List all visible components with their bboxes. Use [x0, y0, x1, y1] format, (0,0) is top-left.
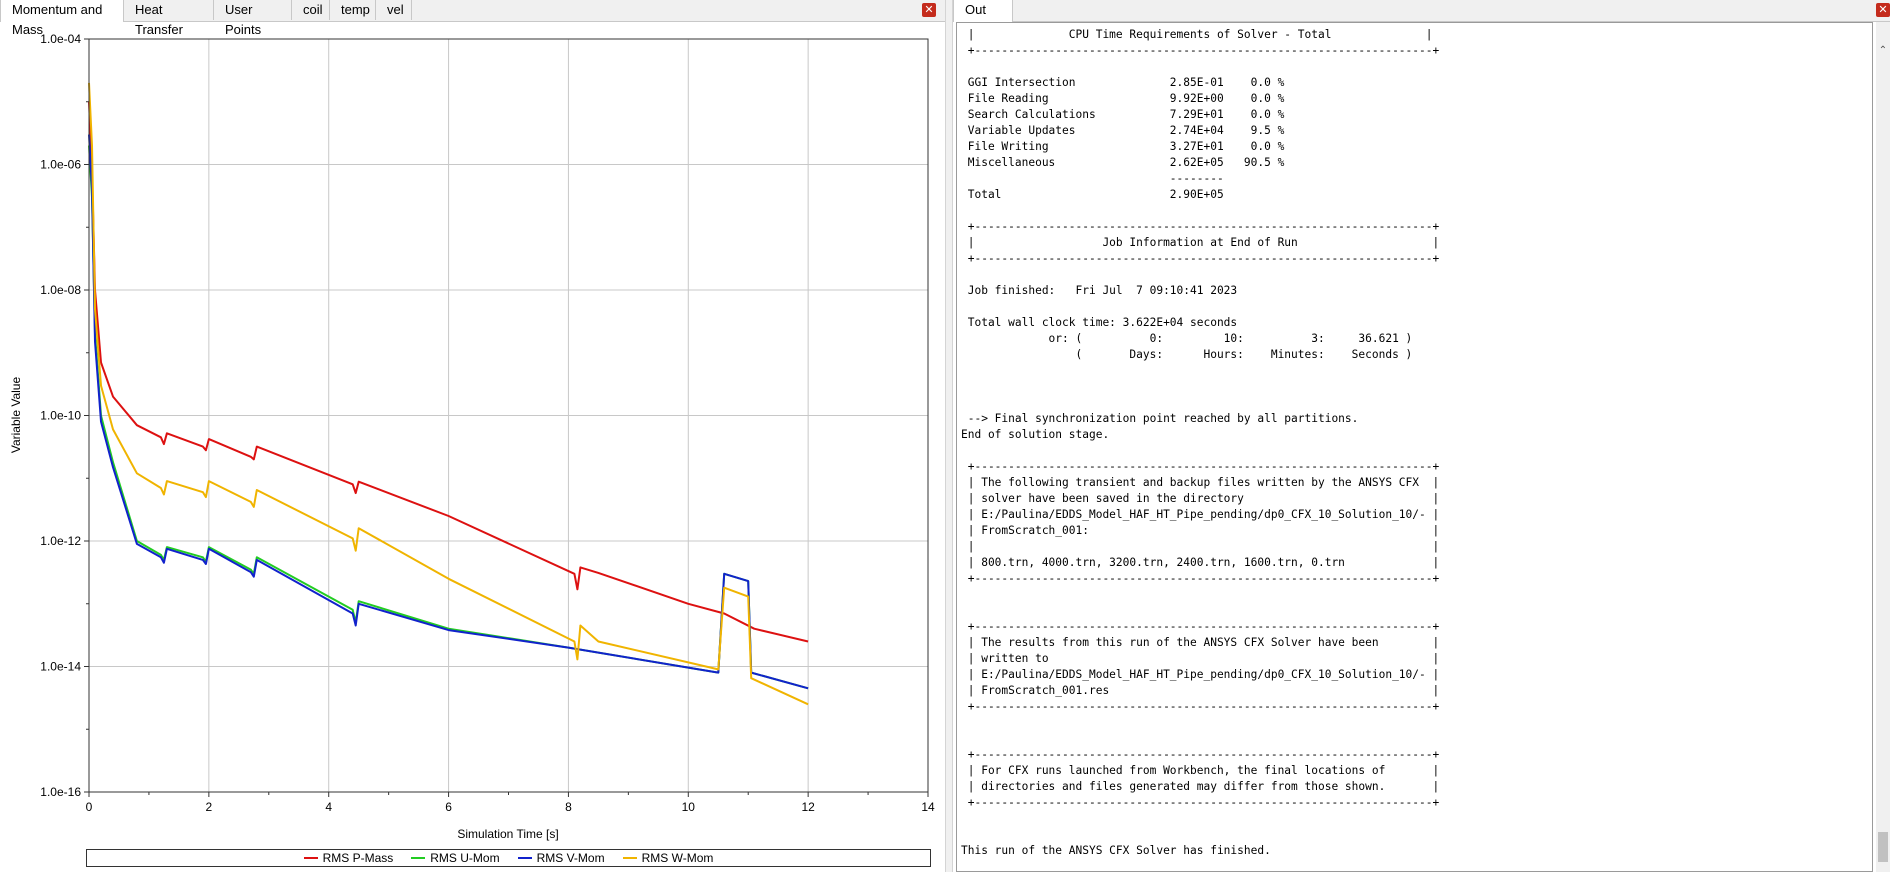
legend-swatch	[303, 857, 318, 859]
close-icon[interactable]: ✕	[1876, 3, 1890, 17]
close-icon[interactable]: ✕	[922, 3, 936, 17]
x-tick-label: 14	[921, 800, 935, 814]
scroll-thumb[interactable]	[1878, 832, 1888, 862]
legend-swatch	[622, 857, 637, 859]
legend-item-p-mass: RMS P-Mass	[303, 851, 394, 865]
legend-label: RMS P-Mass	[322, 851, 394, 865]
x-tick-label: 4	[325, 800, 332, 814]
tab-vel[interactable]: vel	[376, 0, 412, 20]
y-tick-label: 1.0e-14	[40, 660, 81, 674]
legend-item-u-mom: RMS U-Mom	[411, 851, 500, 865]
tab-out-file[interactable]: Out File	[953, 0, 1013, 37]
legend-swatch	[517, 857, 532, 859]
legend-label: RMS U-Mom	[430, 851, 500, 865]
y-tick-label: 1.0e-08	[40, 283, 81, 297]
legend-swatch	[411, 857, 426, 859]
y-tick-label: 1.0e-06	[40, 158, 81, 172]
legend-label: RMS W-Mom	[641, 851, 714, 865]
x-tick-label: 12	[801, 800, 815, 814]
residual-chart: 0 2 4 6 8 10 12 14 1.0e-16 1.0e-14 1.0e-12 1.0e-10 1…	[9, 32, 935, 841]
tab-user-points[interactable]: User Points	[214, 0, 292, 37]
out-file-content: | CPU Time Requirements of Solver - Tota…	[961, 28, 1440, 857]
tab-temp[interactable]: temp	[330, 0, 376, 20]
legend-label: RMS V-Mom	[536, 851, 605, 865]
chart-legend: RMS P-Mass RMS U-Mom RMS V-Mom RMS W-Mom	[86, 849, 931, 867]
tab-heat-transfer[interactable]: Heat Transfer	[124, 0, 214, 37]
plot-tab-bar: Momentum and Mass Heat Transfer User Poi…	[0, 0, 953, 37]
pane-splitter[interactable]	[945, 0, 953, 872]
x-tick-label: 2	[206, 800, 213, 814]
legend-item-w-mom: RMS W-Mom	[622, 851, 714, 865]
chart-grid	[88, 38, 929, 793]
x-tick-label: 6	[445, 800, 452, 814]
scroll-up-icon[interactable]: ⌃	[1878, 46, 1888, 56]
x-tick-label: 10	[682, 800, 696, 814]
out-file-scrollbar[interactable]: ⌃	[1876, 22, 1890, 872]
y-tick-label: 1.0e-12	[40, 534, 81, 548]
y-axis-title: Variable Value	[9, 377, 23, 454]
x-tick-label: 8	[565, 800, 572, 814]
out-file-pane: Out File ✕ | CPU Time Requirements of So…	[953, 0, 1890, 872]
tab-coil[interactable]: coil	[292, 0, 330, 20]
x-axis-title: Simulation Time [s]	[457, 827, 558, 841]
x-tick-label: 0	[86, 800, 93, 814]
tab-momentum-and-mass[interactable]: Momentum and Mass	[0, 0, 124, 37]
plot-pane: Momentum and Mass Heat Transfer User Poi…	[0, 0, 953, 872]
y-tick-label: 1.0e-10	[40, 409, 81, 423]
legend-item-v-mom: RMS V-Mom	[517, 851, 605, 865]
out-file-tab-bar: Out File ✕	[953, 0, 1890, 37]
out-file-text-area[interactable]: | CPU Time Requirements of Solver - Tota…	[956, 22, 1873, 872]
y-tick-label: 1.0e-04	[40, 32, 81, 46]
y-tick-label: 1.0e-16	[40, 785, 81, 799]
chart-ticks: 0 2 4 6 8 10 12 14 1.0e-16 1.0e-14 1.0e-12 1.0e-10 1…	[40, 32, 935, 814]
